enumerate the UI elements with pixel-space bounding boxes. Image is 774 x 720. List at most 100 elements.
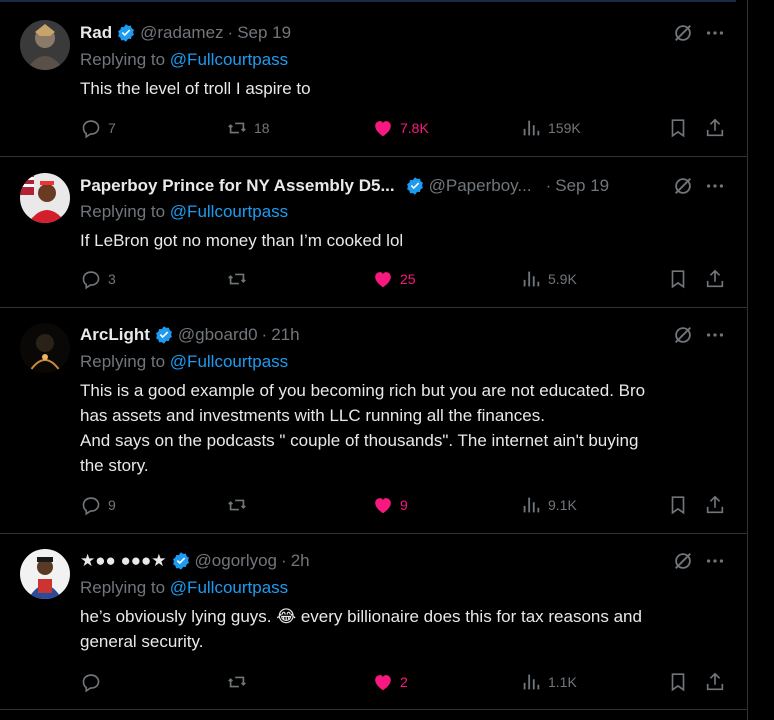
share-button[interactable] [704,268,726,290]
display-name[interactable]: ArcLight [80,325,150,345]
view-count: 9.1K [548,497,577,513]
more-icon[interactable] [704,22,726,44]
tweet-header: ArcLight @gboard0 · 21h [80,324,300,346]
like-count: 25 [400,271,416,287]
tweet-text: This is a good example of you becoming r… [80,378,730,478]
timestamp[interactable]: Sep 19 [237,23,291,43]
action-bar: 7 18 7.8K 159K [80,117,740,141]
like-count: 2 [400,674,408,690]
bookmark-icon [671,673,685,692]
grok-icon[interactable] [672,550,694,572]
tweet-text-line: the story. [80,456,149,475]
separator-dot: · [545,176,552,195]
reply-tweet[interactable]: Rad @radamez · Sep 19 Replying to @Fullc… [0,0,748,157]
tweet-text-line: And says on the podcasts " couple of tho… [80,431,639,450]
heart-icon [375,498,391,514]
grok-icon[interactable] [672,324,694,346]
retweet-icon [228,122,246,134]
avatar[interactable] [20,20,70,70]
share-icon [706,118,724,137]
user-handle[interactable]: @radamez [140,23,223,43]
tweet-text: If LeBron got no money than I’m cooked l… [80,228,730,253]
action-bar: 9 9 9.1K [80,494,740,518]
timestamp[interactable]: Sep 19 [555,176,609,196]
replying-to-label: Replying to [80,352,166,371]
avatar[interactable] [20,173,70,223]
timestamp[interactable]: 21h [271,325,299,345]
verified-badge-icon[interactable] [116,23,136,43]
bookmark-button[interactable] [667,268,689,290]
reply-button[interactable] [80,671,108,693]
grok-icon[interactable] [672,22,694,44]
like-count: 9 [400,497,408,513]
more-icon[interactable] [704,175,726,197]
display-name[interactable]: Paperboy Prince for NY Assembly D5... [80,176,395,196]
retweet-button[interactable]: 18 [226,117,270,139]
retweet-button[interactable] [226,268,254,290]
more-icon[interactable] [704,550,726,572]
share-icon [706,269,724,288]
reply-count: 7 [108,120,116,136]
separator-dot: · [227,23,234,42]
more-icon[interactable] [704,324,726,346]
like-button[interactable]: 7.8K [372,117,429,139]
reply-icon [82,120,100,139]
retweet-icon [228,273,246,285]
display-name[interactable]: ★●● ●●●★ [80,551,167,571]
tweet-text-line: has assets and investments with LLC runn… [80,406,545,425]
replying-to-label: Replying to [80,578,166,597]
views-button[interactable]: 1.1K [520,671,577,693]
avatar[interactable] [20,549,70,599]
verified-badge-icon[interactable] [171,551,191,571]
views-button[interactable]: 159K [520,117,581,139]
views-icon [523,497,540,513]
mention-link[interactable]: @Fullcourtpass [170,202,288,221]
tweet-header: Rad @radamez · Sep 19 [80,22,291,44]
reply-tweet[interactable]: ★●● ●●●★ @ogorlyog · 2h Replying to @Ful… [0,534,748,710]
share-button[interactable] [704,494,726,516]
reply-button[interactable]: 3 [80,268,116,290]
tweet-text-line: If LeBron got no money than I’m cooked l… [80,231,404,250]
reply-icon [82,497,100,516]
reply-tweet[interactable]: Paperboy Prince for NY Assembly D5... @P… [0,157,748,308]
verified-badge-icon[interactable] [154,325,174,345]
user-handle[interactable]: @ogorlyog [195,551,277,571]
views-button[interactable]: 5.9K [520,268,577,290]
share-icon [706,495,724,514]
share-button[interactable] [704,117,726,139]
tweet-text-line: This the level of troll I aspire to [80,79,311,98]
bookmark-button[interactable] [667,671,689,693]
display-name[interactable]: Rad [80,23,112,43]
like-count: 7.8K [400,120,429,136]
retweet-button[interactable] [226,494,254,516]
reply-button[interactable]: 9 [80,494,116,516]
retweet-button[interactable] [226,671,254,693]
timestamp[interactable]: 2h [291,551,310,571]
verified-badge-icon[interactable] [405,176,425,196]
share-button[interactable] [704,671,726,693]
reply-icon [82,271,100,290]
reply-count: 9 [108,497,116,513]
avatar[interactable] [20,323,70,373]
heart-icon [375,272,391,288]
like-button[interactable]: 9 [372,494,408,516]
user-handle[interactable]: @gboard0 [178,325,258,345]
like-button[interactable]: 25 [372,268,416,290]
reply-button[interactable]: 7 [80,117,116,139]
tweet-text-line: he’s obviously lying guys. 😂 every billi… [80,607,642,626]
reply-icon [82,674,100,693]
reply-tweet[interactable]: ArcLight @gboard0 · 21h Replying to @Ful… [0,308,748,534]
mention-link[interactable]: @Fullcourtpass [170,352,288,371]
like-button[interactable]: 2 [372,671,408,693]
grok-icon[interactable] [672,175,694,197]
view-count: 5.9K [548,271,577,287]
bookmark-button[interactable] [667,494,689,516]
mention-link[interactable]: @Fullcourtpass [170,578,288,597]
bookmark-icon [671,270,685,289]
bookmark-button[interactable] [667,117,689,139]
tweet-text: he’s obviously lying guys. 😂 every billi… [80,604,730,654]
user-handle[interactable]: @Paperboy... [429,176,532,196]
views-button[interactable]: 9.1K [520,494,577,516]
views-icon [523,674,540,690]
mention-link[interactable]: @Fullcourtpass [170,50,288,69]
